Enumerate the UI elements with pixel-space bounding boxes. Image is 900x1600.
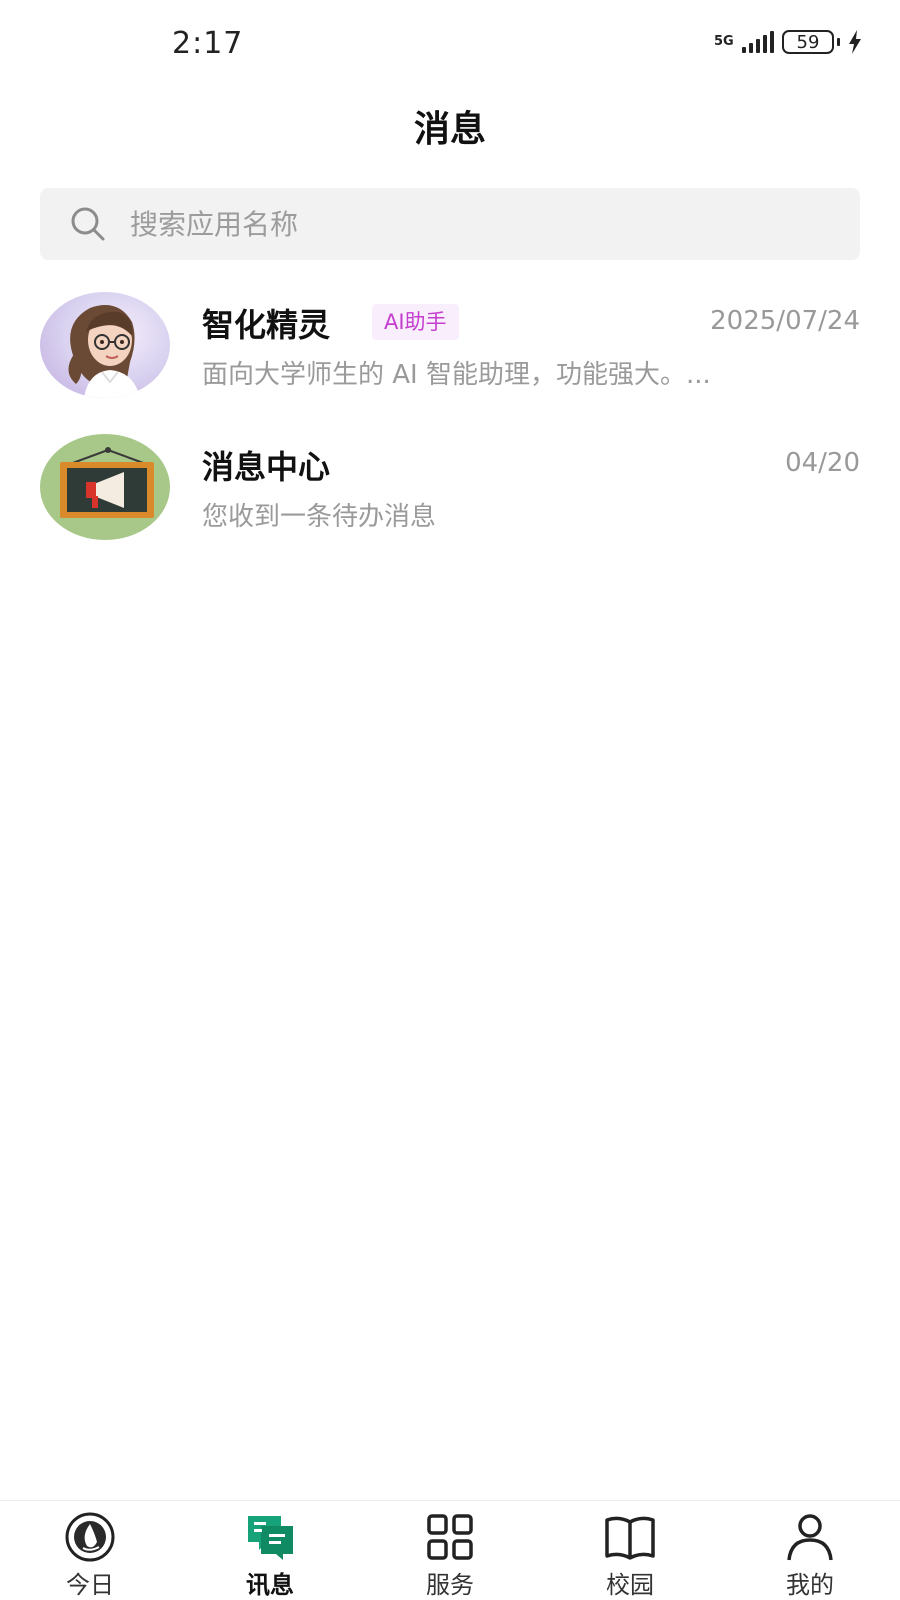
message-time: 2025/07/24 (710, 306, 860, 336)
grid-icon (423, 1511, 477, 1563)
page-title: 消息 (413, 109, 486, 150)
message-preview: 您收到一条待办消息 (202, 502, 437, 532)
charging-icon (849, 30, 861, 54)
status-bar: 2:17 5G 59 (0, 0, 900, 92)
search-bar[interactable] (40, 188, 860, 260)
nav-label-today: 今日 (66, 1571, 114, 1599)
nav-label-messages: 讯息 (246, 1571, 294, 1599)
search-input[interactable] (128, 206, 812, 242)
search-icon (68, 204, 108, 244)
message-title: 消息中心 (202, 448, 331, 486)
battery-level: 59 (796, 31, 820, 53)
nav-label-services: 服务 (426, 1571, 474, 1599)
nav-item-campus[interactable]: 校园 (540, 1501, 720, 1600)
ai-assistant-badge: AI助手 (372, 304, 459, 340)
user-icon (783, 1511, 837, 1563)
battery-icon: 59 (782, 30, 834, 54)
network-type: 5G (714, 34, 734, 49)
book-icon (603, 1511, 657, 1563)
chat-icon (243, 1511, 297, 1563)
message-preview: 面向大学师生的 AI 智能助理，功能强大。... (202, 360, 711, 390)
ai-assistant-avatar (40, 292, 170, 398)
school-logo-icon (63, 1511, 117, 1563)
message-item-message-center[interactable]: 消息中心 04/20 您收到一条待办消息 (0, 434, 900, 554)
bottom-nav: 今日 讯息 服务 校园 我的 (0, 1500, 900, 1600)
message-time: 04/20 (785, 448, 860, 478)
signal-icon (742, 31, 774, 53)
nav-item-profile[interactable]: 我的 (720, 1501, 900, 1600)
nav-label-campus: 校园 (606, 1571, 654, 1599)
messages-screen: 2:17 5G 59 消息 搜索应用名称 智化精灵 AI助手 2025/07/2… (0, 0, 900, 1600)
message-center-avatar (40, 434, 170, 540)
status-time: 2:17 (172, 26, 244, 61)
status-indicators: 5G 59 (714, 30, 862, 54)
nav-item-services[interactable]: 服务 (360, 1501, 540, 1600)
message-item-ai-assistant[interactable]: 智化精灵 AI助手 2025/07/24 面向大学师生的 AI 智能助理，功能强… (0, 292, 900, 412)
message-title: 智化精灵 (202, 306, 331, 344)
nav-item-messages[interactable]: 讯息 (180, 1501, 360, 1600)
nav-label-profile: 我的 (786, 1571, 834, 1599)
battery-tip (837, 38, 840, 46)
nav-item-today[interactable]: 今日 (0, 1501, 180, 1600)
